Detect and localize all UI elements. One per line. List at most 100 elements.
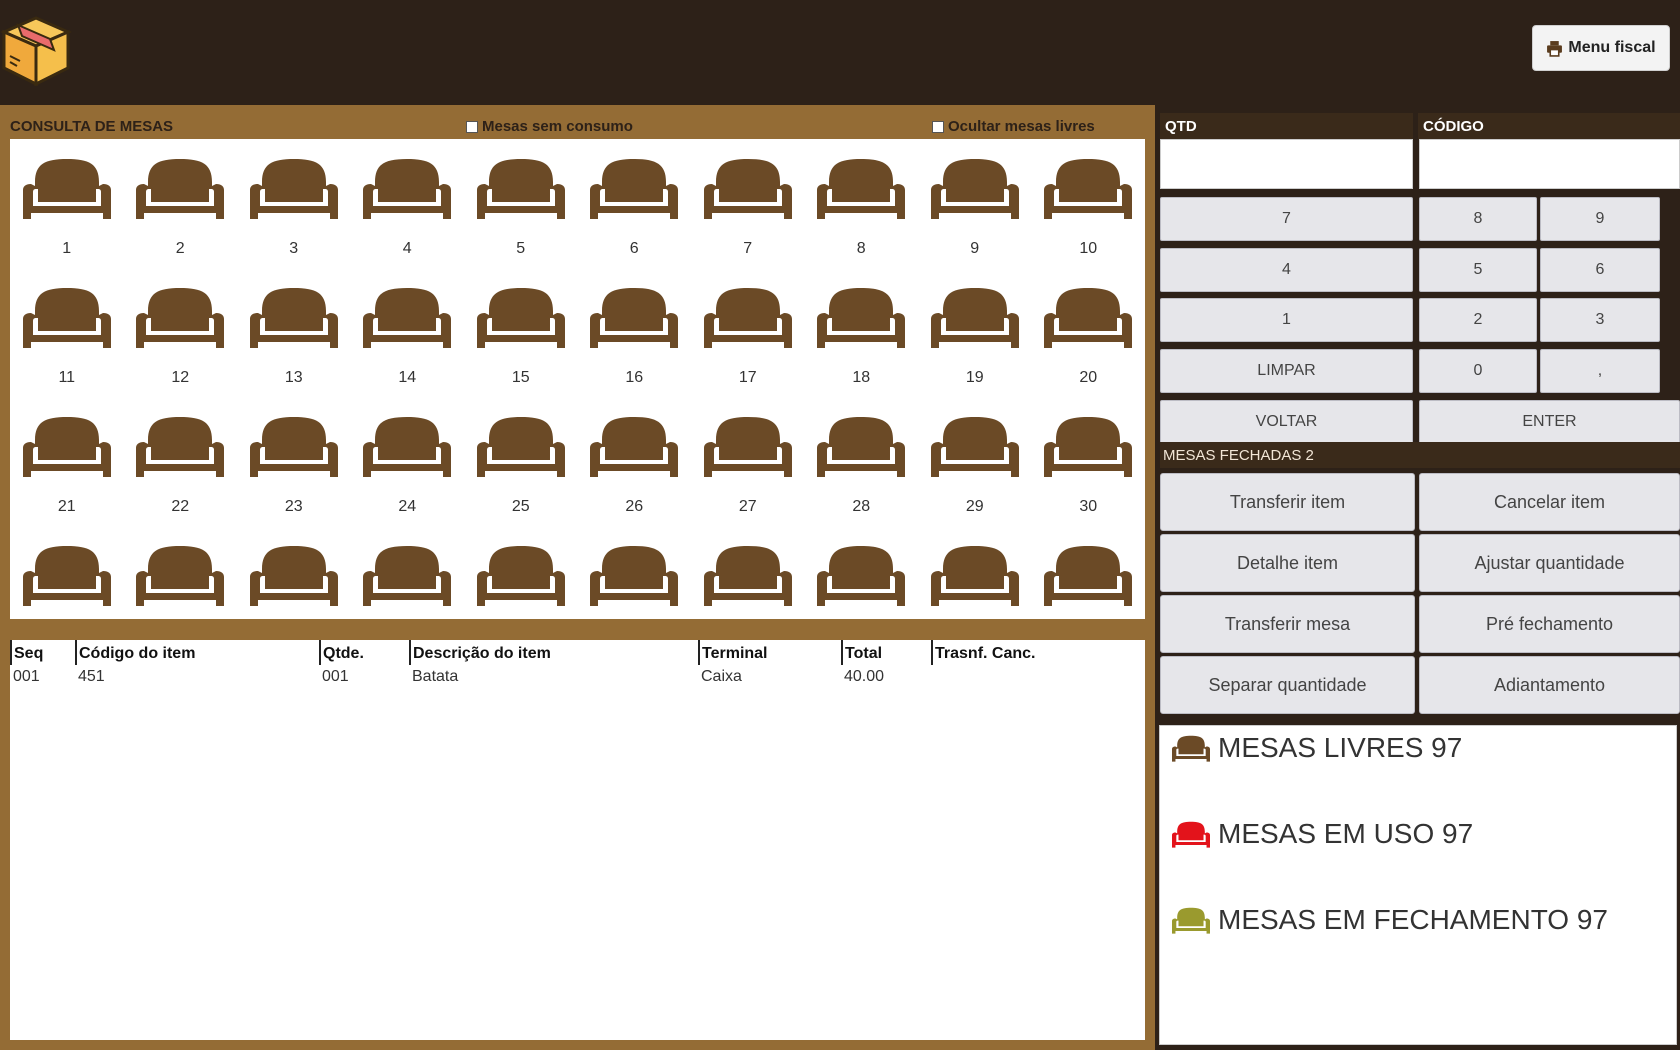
key-7[interactable]: 7 [1160,197,1413,241]
table-6[interactable]: 6 [578,156,692,285]
sofa-icon [703,417,792,477]
column-header[interactable]: Total [841,640,932,665]
detalhe-item-button[interactable]: Detalhe item [1160,534,1415,592]
table-14[interactable]: 14 [351,285,465,414]
table-number: 11 [58,369,76,386]
table-22[interactable]: 22 [124,414,238,543]
column-header[interactable]: Trasnf. Canc. [931,640,1145,665]
column-header[interactable]: Descrição do item [409,640,699,665]
table-19[interactable]: 19 [918,285,1032,414]
table-16[interactable]: 16 [578,285,692,414]
table-10[interactable]: 10 [1032,156,1146,285]
table-2[interactable]: 2 [124,156,238,285]
key-9[interactable]: 9 [1540,197,1660,241]
key-6[interactable]: 6 [1540,248,1660,292]
table-23[interactable]: 23 [237,414,351,543]
codigo-input[interactable] [1419,139,1680,189]
table-31[interactable]: 31 [10,543,124,619]
table-13[interactable]: 13 [237,285,351,414]
table-17[interactable]: 17 [691,285,805,414]
menu-fiscal-button[interactable]: Menu fiscal [1532,25,1670,71]
mesas-sem-consumo-checkbox[interactable]: Mesas sem consumo [466,118,633,135]
cancelar-item-button[interactable]: Cancelar item [1419,473,1680,531]
column-header[interactable]: Seq [10,640,76,665]
table-37[interactable]: 37 [691,543,805,619]
sofa-icon [703,159,792,219]
table-number: 7 [743,240,753,257]
enter-button[interactable]: ENTER [1419,400,1680,444]
sofa-shape [1172,735,1210,762]
column-header[interactable]: Código do item [75,640,320,665]
column-header[interactable]: Terminal [698,640,842,665]
table-number: 3 [289,240,299,257]
table-35[interactable]: 35 [464,543,578,619]
table-27[interactable]: 27 [691,414,805,543]
key-3[interactable]: 3 [1540,298,1660,342]
table-38[interactable]: 38 [805,543,919,619]
table-7[interactable]: 7 [691,156,805,285]
table-24[interactable]: 24 [351,414,465,543]
table-20[interactable]: 20 [1032,285,1146,414]
tables-grid-panel[interactable]: 1 2 3 4 5 6 7 8 9 10 11 12 13 14 15 16 17 18 19 20 21 22 23 24 2… [10,139,1145,619]
table-9[interactable]: 9 [918,156,1032,285]
adiantamento-button[interactable]: Adiantamento [1419,656,1680,714]
limpar-button[interactable]: LIMPAR [1160,349,1413,393]
table-cell: Caixa [701,668,742,685]
table-15[interactable]: 15 [464,285,578,414]
status-legend: MESAS LIVRES 97 MESAS EM USO 97 MESAS EM… [1159,725,1677,1045]
qtd-input[interactable] [1160,139,1413,189]
key-1[interactable]: 1 [1160,298,1413,342]
key-0[interactable]: 0 [1419,349,1537,393]
pre-fechamento-button[interactable]: Pré fechamento [1419,595,1680,653]
table-5[interactable]: 5 [464,156,578,285]
table-8[interactable]: 8 [805,156,919,285]
ajustar-quantidade-button[interactable]: Ajustar quantidade [1419,534,1680,592]
table-34[interactable]: 34 [351,543,465,619]
separar-quantidade-button[interactable]: Separar quantidade [1160,656,1415,714]
table-1[interactable]: 1 [10,156,124,285]
transferir-mesa-button[interactable]: Transferir mesa [1160,595,1415,653]
sofa-icon [1044,288,1133,348]
table-number: 15 [511,369,530,386]
sofa-icon [590,159,679,219]
checkbox-box[interactable] [932,120,944,133]
table-3[interactable]: 3 [237,156,351,285]
key-2[interactable]: 2 [1419,298,1537,342]
sofa-icon [136,288,225,348]
table-number: 5 [516,240,526,257]
table-26[interactable]: 26 [578,414,692,543]
sofa-icon [136,417,225,477]
voltar-button[interactable]: VOLTAR [1160,400,1413,444]
table-32[interactable]: 32 [124,543,238,619]
box-logo-icon [0,16,72,86]
key-4[interactable]: 4 [1160,248,1413,292]
transferir-item-button[interactable]: Transferir item [1160,473,1415,531]
table-12[interactable]: 12 [124,285,238,414]
ocultar-mesas-livres-checkbox[interactable]: Ocultar mesas livres [932,118,1095,135]
table-36[interactable]: 36 [578,543,692,619]
table-33[interactable]: 33 [237,543,351,619]
table-11[interactable]: 11 [10,285,124,414]
table-40[interactable]: 40 [1032,543,1146,619]
table-18[interactable]: 18 [805,285,919,414]
menu-fiscal-label: Menu fiscal [1568,39,1656,56]
table-25[interactable]: 25 [464,414,578,543]
table-29[interactable]: 29 [918,414,1032,543]
key-5[interactable]: 5 [1419,248,1537,292]
table-39[interactable]: 39 [918,543,1032,619]
column-header[interactable]: Qtde. [319,640,410,665]
table-number: 8 [856,240,866,257]
checkbox-box[interactable] [466,120,478,133]
table-number: 19 [965,369,984,386]
table-21[interactable]: 21 [10,414,124,543]
table-cell: 001 [322,668,349,685]
table-row[interactable]: 001 451 001 Batata Caixa 40.00 [11,665,1145,689]
table-4[interactable]: 4 [351,156,465,285]
top-bar: Menu fiscal [0,0,1680,105]
table-28[interactable]: 28 [805,414,919,543]
key-8[interactable]: 8 [1419,197,1537,241]
ocultar-mesas-livres-label: Ocultar mesas livres [948,118,1095,135]
key-comma[interactable]: , [1540,349,1660,393]
sofa-icon [817,417,906,477]
table-30[interactable]: 30 [1032,414,1146,543]
